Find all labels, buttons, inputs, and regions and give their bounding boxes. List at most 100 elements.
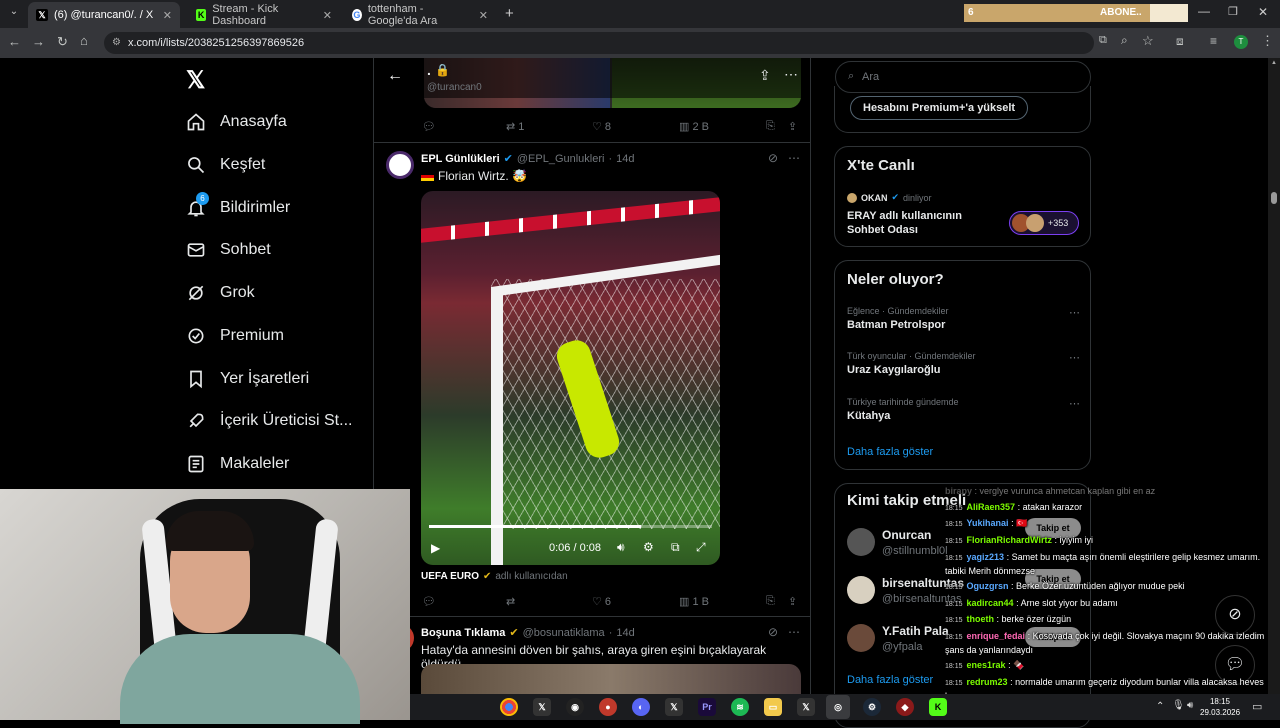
author-name[interactable]: EPL Günlükleri <box>421 153 500 165</box>
trend-more-icon[interactable]: ⋯ <box>1069 306 1080 319</box>
listener-pill[interactable]: +353 <box>1009 211 1079 235</box>
post-more-icon[interactable]: ⋯ <box>788 151 800 165</box>
browser-menu-icon[interactable]: ⋮ <box>1261 33 1274 49</box>
bookmark-post-icon[interactable]: ⎘ <box>766 595 775 608</box>
nav-articles[interactable]: Makaleler <box>186 454 289 474</box>
nav-grok[interactable]: Grok <box>186 283 255 303</box>
nav-explore[interactable]: Keşfet <box>186 155 265 175</box>
trend-item[interactable]: Türkiye tarihinde gündemde Kütahya ⋯ <box>847 397 1082 422</box>
install-app-icon[interactable]: ⧉ <box>1099 34 1107 47</box>
app-icon[interactable]: ● <box>599 698 617 716</box>
obs-app-icon[interactable]: ◉ <box>566 698 584 716</box>
speaker-icon[interactable]: 🔊︎ <box>1187 700 1193 711</box>
close-tab-icon[interactable]: ✕ <box>323 9 332 22</box>
grok-post-icon[interactable]: ⊘ <box>768 151 778 165</box>
x-app-icon[interactable]: 𝕏 <box>797 698 815 716</box>
post-more-icon[interactable]: ⋯ <box>788 625 800 639</box>
reading-list-icon[interactable]: ≡ <box>1210 34 1217 48</box>
reply-icon[interactable]: 💬︎ <box>422 120 436 133</box>
close-tab-icon[interactable]: ✕ <box>163 9 172 22</box>
game-app-icon[interactable]: ◆ <box>896 698 914 716</box>
trend-item[interactable]: Türk oyuncular · Gündemdekiler Uraz Kayg… <box>847 351 1082 376</box>
trend-more-icon[interactable]: ⋯ <box>1069 397 1080 410</box>
folder-app-icon[interactable]: ▭ <box>764 698 782 716</box>
reload-icon[interactable]: ↻ <box>57 34 68 50</box>
x-app-icon[interactable]: 𝕏 <box>533 698 551 716</box>
fullscreen-icon[interactable]: ⤢ <box>696 540 706 555</box>
x-logo-icon[interactable]: 𝕏 <box>186 66 205 95</box>
show-more-link[interactable]: Daha fazla göster <box>847 674 933 686</box>
settings-icon[interactable]: ⚙ <box>643 540 654 554</box>
scrollbar-up-icon[interactable]: ▲ <box>1271 60 1277 66</box>
mic-icon[interactable]: 🎙︎ <box>1172 700 1185 711</box>
more-icon[interactable]: ⋯ <box>784 66 798 83</box>
live-host-row[interactable]: OKAN ✔ dinliyor <box>847 192 932 203</box>
home-browser-icon[interactable]: ⌂ <box>80 33 88 48</box>
play-icon[interactable]: ▶ <box>431 541 440 555</box>
bookmark-post-icon[interactable]: ⎘ <box>766 120 775 133</box>
live-room-title[interactable]: ERAY adlı kullanıcının Sohbet Odası <box>847 209 972 237</box>
steam-app-icon[interactable]: ⚙ <box>863 698 881 716</box>
notifications-tray-icon[interactable]: ▭ <box>1252 700 1262 713</box>
premium-upgrade-button[interactable]: Hesabını Premium+'a yükselt <box>850 96 1029 120</box>
share-icon[interactable]: ⇪ <box>759 67 771 84</box>
premiere-app-icon[interactable]: Pr <box>698 698 716 716</box>
nav-creator-studio[interactable]: İçerik Üreticisi St... <box>186 411 352 431</box>
extensions-icon[interactable]: ⧈ <box>1176 34 1184 49</box>
nav-home[interactable]: Anasayfa <box>186 112 287 132</box>
post-time[interactable]: 14d <box>616 153 634 165</box>
profile-avatar[interactable]: T <box>1234 35 1248 49</box>
tab-kick[interactable]: K Stream - Kick Dashboard ✕ <box>188 2 340 28</box>
page-scrollbar[interactable]: ▲ <box>1268 58 1280 720</box>
grok-float-button[interactable]: ⊘ <box>1215 595 1255 635</box>
zoom-icon[interactable]: ⌕ <box>1121 33 1128 48</box>
trend-more-icon[interactable]: ⋯ <box>1069 351 1080 364</box>
chrome-app-icon[interactable] <box>500 698 518 716</box>
author-handle[interactable]: @bosunatiklama <box>523 627 605 639</box>
post-time[interactable]: 14d <box>616 627 634 639</box>
author-name[interactable]: Boşuna Tıklama <box>421 627 505 639</box>
author-handle[interactable]: @EPL_Gunlukleri <box>517 153 605 165</box>
tab-search-button[interactable]: ⌄ <box>6 6 22 22</box>
close-window-icon[interactable]: ✕ <box>1258 5 1268 19</box>
retweet-button[interactable]: ⇄ 1 <box>506 120 524 133</box>
close-tab-icon[interactable]: ✕ <box>479 9 488 22</box>
tray-clock[interactable]: 18:15 29.03.2026 <box>1200 696 1240 718</box>
show-more-link[interactable]: Daha fazla göster <box>847 446 933 458</box>
volume-icon[interactable]: 🔊︎ <box>617 540 625 555</box>
bookmark-star-icon[interactable]: ☆ <box>1142 33 1154 49</box>
tab-x[interactable]: 𝕏 (6) @turancan0/. / X ✕ <box>28 2 180 28</box>
x-app-icon[interactable]: 𝕏 <box>665 698 683 716</box>
pip-icon[interactable]: ⧉ <box>671 540 680 555</box>
site-info-icon[interactable]: ⚙ <box>112 32 121 54</box>
minimize-icon[interactable]: — <box>1198 4 1210 18</box>
discord-app-icon[interactable]: ◐ <box>632 698 650 716</box>
spotify-app-icon[interactable]: ≋ <box>731 698 749 716</box>
share-post-icon[interactable]: ⇪ <box>788 120 797 133</box>
back-arrow-icon[interactable]: ← <box>387 67 403 85</box>
forward-icon[interactable]: → <box>32 34 45 49</box>
like-button[interactable]: ♡ 8 <box>592 120 611 133</box>
avatar[interactable] <box>386 151 414 179</box>
views-button[interactable]: ▥ 1 B <box>679 595 709 608</box>
retweet-button[interactable]: ⇄ <box>506 595 515 608</box>
source-name[interactable]: UEFA EURO <box>421 571 479 582</box>
like-button[interactable]: ♡ 6 <box>592 595 611 608</box>
tray-chevron-icon[interactable]: ⌃ <box>1156 701 1164 712</box>
nav-messages[interactable]: Sohbet <box>186 240 271 260</box>
scrollbar-thumb[interactable] <box>1271 192 1277 204</box>
restore-icon[interactable]: ❐ <box>1228 5 1238 18</box>
reply-icon[interactable]: 💬︎ <box>422 595 436 608</box>
views-button[interactable]: ▥ 2 B <box>679 120 709 133</box>
nav-notifications[interactable]: 6 Bildirimler <box>186 192 290 218</box>
grok-post-icon[interactable]: ⊘ <box>768 625 778 639</box>
nav-bookmarks[interactable]: Yer İşaretleri <box>186 369 309 389</box>
trend-item[interactable]: Eğlence · Gündemdekiler Batman Petrolspo… <box>847 306 1082 331</box>
tab-google[interactable]: G tottenham - Google'da Ara ✕ <box>344 2 496 28</box>
back-icon[interactable]: ← <box>8 34 21 49</box>
chrome-active-app-icon[interactable]: ◎ <box>826 695 850 719</box>
kick-app-icon[interactable]: K <box>929 698 947 716</box>
nav-premium[interactable]: Premium <box>186 326 284 346</box>
video-player[interactable]: ▶ 0:06 / 0:08 🔊︎ ⚙ ⧉ ⤢ <box>421 191 720 565</box>
url-bar[interactable]: ⚙ x.com/i/lists/2038251256397869526 <box>104 32 1094 54</box>
